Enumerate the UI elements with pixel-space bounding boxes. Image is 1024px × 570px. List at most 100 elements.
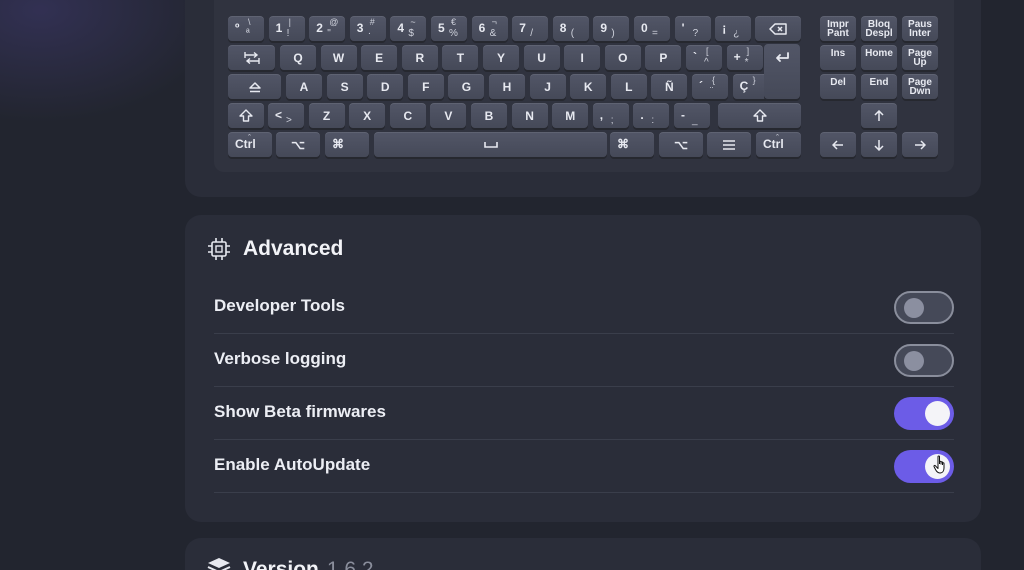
key-p[interactable]: P [645, 45, 682, 70]
key-5[interactable]: 5 €% [431, 16, 467, 41]
key-main-label: G [461, 80, 472, 94]
key-0[interactable]: º \ ª [228, 16, 264, 41]
key-y[interactable]: Y [483, 45, 519, 70]
key-8[interactable]: 8( [552, 16, 589, 41]
key-ctrl-left[interactable]: Ctrl ˆ [228, 132, 272, 157]
key-main-label: D [380, 80, 390, 94]
key-r4-3[interactable]: C [389, 103, 426, 128]
key-q[interactable]: Q [280, 45, 316, 70]
key-enter[interactable] [764, 44, 800, 99]
key-alt-label: € [451, 17, 457, 27]
key-fn-3[interactable]: Ins [820, 45, 856, 70]
key-h[interactable]: H [489, 74, 525, 99]
key-r4-9[interactable]: .: [633, 103, 670, 128]
key-r4-10[interactable]: - _ [674, 103, 710, 128]
key-tab[interactable] [228, 45, 275, 70]
key-i[interactable]: I [564, 45, 601, 70]
key-main-label: 9 [600, 21, 608, 35]
key-r4-5[interactable]: B [471, 103, 507, 128]
key-j[interactable]: J [529, 74, 566, 99]
key-alt-label: @ [329, 17, 339, 27]
key-r4-7[interactable]: M [552, 103, 589, 128]
key-6[interactable]: 6 ¬ & [471, 16, 508, 41]
key-7[interactable]: 7/ [512, 16, 549, 41]
key-4[interactable]: 4 ~ $ [390, 16, 427, 41]
key-f[interactable]: F [407, 74, 444, 99]
key-g[interactable]: G [448, 74, 485, 99]
key-space[interactable] [374, 132, 607, 157]
key-extra-r3-0[interactable]: ´ {¨ [692, 74, 728, 99]
key-fn-5[interactable]: Page Up [902, 45, 938, 70]
key-11[interactable]: '? [674, 16, 711, 41]
key-extra-1[interactable]: +] * [726, 45, 763, 70]
key-r4-8[interactable]: ,; [592, 103, 629, 128]
key-main-label: J [544, 80, 551, 94]
key-fn-7[interactable]: End [861, 74, 897, 99]
key-ctrl-right[interactable]: Ctrl ˆ [756, 132, 801, 157]
key-12[interactable]: ¡ ¿ [715, 16, 752, 41]
key-t[interactable]: T [442, 45, 479, 70]
key-main-label: E [375, 51, 384, 65]
key-r4-1[interactable]: Z [308, 103, 345, 128]
key-fn-1[interactable]: Bloq Despl [861, 16, 897, 41]
key-s[interactable]: S [326, 74, 363, 99]
key-shift-label: ) [611, 28, 615, 39]
key-r4-2[interactable]: X [349, 103, 386, 128]
key-main-label: H [502, 80, 512, 94]
key-fn-6[interactable]: Del [820, 74, 856, 99]
key-fn-0[interactable]: Impr Pant [820, 16, 856, 41]
key-r4-4[interactable]: V [430, 103, 467, 128]
key-main-label: < [275, 108, 283, 122]
key-extra-0[interactable]: ` [^ [686, 45, 722, 70]
key-main-label: , [599, 108, 604, 122]
key-2[interactable]: 2 @ " [309, 16, 346, 41]
key-k[interactable]: K [570, 74, 607, 99]
key-10[interactable]: 0 = [634, 16, 670, 41]
key-3[interactable]: 3 # · [349, 16, 386, 41]
key-alt-label: ¬ [491, 17, 497, 27]
key-r[interactable]: R [401, 45, 438, 70]
key-e[interactable]: E [361, 45, 398, 70]
key-main-label: 1 [275, 21, 283, 35]
key-backspace[interactable] [755, 16, 801, 41]
key-9[interactable]: 9) [593, 16, 630, 41]
key-ñ[interactable]: Ñ [651, 74, 688, 99]
key-main-label: 5 [438, 21, 445, 35]
tab-icon [243, 51, 260, 64]
key-a[interactable]: A [286, 74, 322, 99]
key-fn-8[interactable]: Page Dwn [902, 74, 938, 99]
key-shift-label: ¿ [733, 28, 740, 39]
developer-tools-toggle[interactable] [894, 291, 954, 324]
key-main-label: K [583, 80, 593, 94]
key-u[interactable]: U [523, 45, 560, 70]
key-menu[interactable] [707, 132, 751, 157]
key-main-label: Q [293, 51, 303, 65]
key-main-label: 4 [397, 21, 405, 35]
key-fn-2[interactable]: Paus Inter [902, 16, 938, 41]
setting-row-developer-tools: Developer Tools [214, 281, 954, 334]
key-alt-left[interactable]: ⌥ [276, 132, 320, 157]
key-shift-label: ! [286, 28, 290, 39]
key-l[interactable]: L [610, 74, 647, 99]
key-arrow-down[interactable] [861, 132, 897, 157]
show-beta-firmwares-toggle[interactable] [894, 397, 954, 430]
key-arrow-right[interactable] [902, 132, 938, 157]
key-w[interactable]: W [320, 45, 357, 70]
key-r4-0[interactable]: < > [268, 103, 304, 128]
key-arrow-left[interactable] [820, 132, 856, 157]
key-caps-lock[interactable] [228, 74, 281, 99]
key-d[interactable]: D [367, 74, 404, 99]
key-o[interactable]: O [604, 45, 641, 70]
key-main-label: U [537, 51, 546, 65]
key-1[interactable]: 1 |! [268, 16, 305, 41]
key-cmd-right[interactable]: ⌘ [610, 132, 654, 157]
key-cmd-left[interactable]: ⌘ [325, 132, 369, 157]
key-r4-6[interactable]: N [511, 103, 548, 128]
key-shift-left[interactable] [228, 103, 264, 128]
key-alt-right[interactable]: ⌥ [659, 132, 703, 157]
verbose-logging-toggle[interactable] [894, 344, 954, 377]
key-main-label: N [525, 109, 534, 123]
key-fn-4[interactable]: Home [861, 45, 897, 70]
key-arrow-up[interactable] [861, 103, 897, 128]
key-shift-right[interactable] [718, 103, 801, 128]
